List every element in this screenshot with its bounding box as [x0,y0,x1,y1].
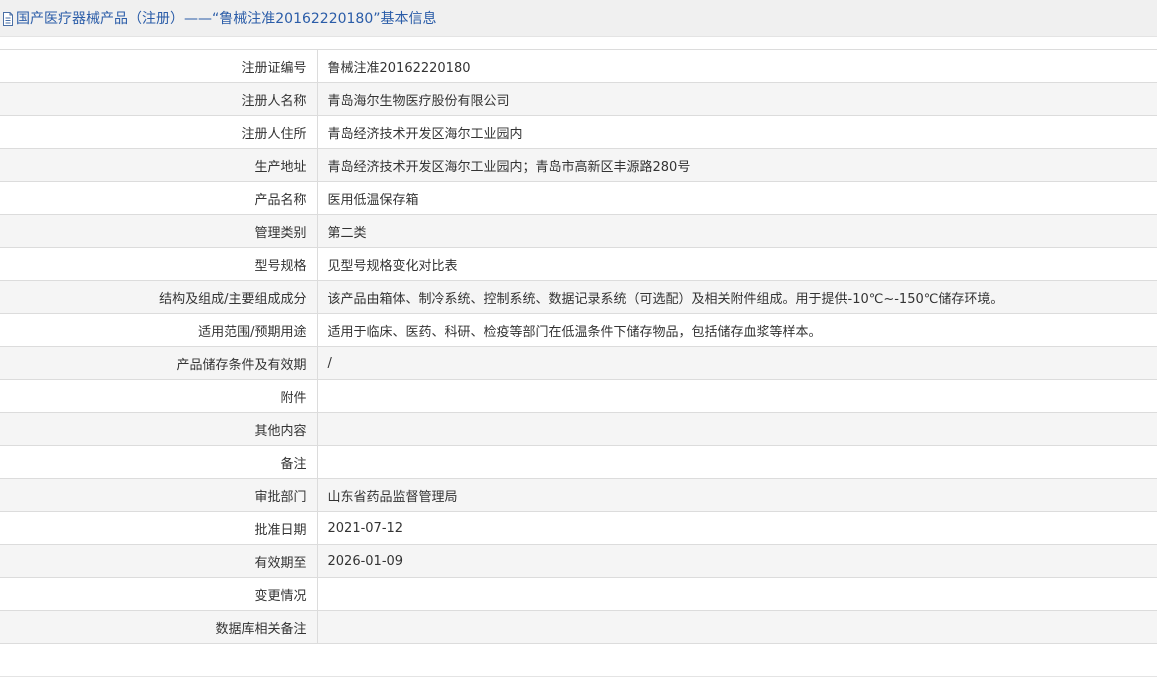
table-row: 数据库相关备注 [0,610,1157,644]
field-value [317,610,1157,644]
table-row: 其他内容 [0,412,1157,446]
field-value [317,577,1157,611]
field-value: 该产品由箱体、制冷系统、控制系统、数据记录系统（可选配）及相关附件组成。用于提供… [317,280,1157,314]
field-value: 青岛海尔生物医疗股份有限公司 [317,82,1157,116]
table-row: 管理类别 第二类 [0,214,1157,248]
field-value: 2026-01-09 [317,544,1157,578]
field-label: 有效期至 [0,544,318,578]
table-row: 适用范围/预期用途 适用于临床、医药、科研、检疫等部门在低温条件下储存物品，包括储… [0,313,1157,347]
field-label: 其他内容 [0,412,318,446]
page-header: 国产医疗器械产品（注册）——“鲁械注准20162220180”基本信息 [0,0,1157,37]
document-icon [2,11,14,26]
table-row: 产品储存条件及有效期 / [0,346,1157,380]
table-row: 注册人住所 青岛经济技术开发区海尔工业园内 [0,115,1157,149]
field-label: 产品名称 [0,181,318,215]
field-value: 2021-07-12 [317,511,1157,545]
field-label: 注册人名称 [0,82,318,116]
table-row: 审批部门 山东省药品监督管理局 [0,478,1157,512]
table-row: 产品名称 医用低温保存箱 [0,181,1157,215]
field-label: 生产地址 [0,148,318,182]
table-row: 型号规格 见型号规格变化对比表 [0,247,1157,281]
field-label: 变更情况 [0,577,318,611]
field-value: 山东省药品监督管理局 [317,478,1157,512]
field-value: 第二类 [317,214,1157,248]
field-label: 注册人住所 [0,115,318,149]
field-label: 结构及组成/主要组成成分 [0,280,318,314]
field-label: 适用范围/预期用途 [0,313,318,347]
table-row: 生产地址 青岛经济技术开发区海尔工业园内；青岛市高新区丰源路280号 [0,148,1157,182]
table-row: 注册证编号 鲁械注准20162220180 [0,49,1157,83]
field-value: 适用于临床、医药、科研、检疫等部门在低温条件下储存物品，包括储存血浆等样本。 [317,313,1157,347]
field-label: 审批部门 [0,478,318,512]
field-label: 批准日期 [0,511,318,545]
field-value [317,412,1157,446]
field-value: 青岛经济技术开发区海尔工业园内；青岛市高新区丰源路280号 [317,148,1157,182]
info-table: 注册证编号 鲁械注准20162220180 注册人名称 青岛海尔生物医疗股份有限公司注… [0,49,1157,644]
bottom-divider [0,676,1157,677]
field-value [317,445,1157,479]
field-label: 管理类别 [0,214,318,248]
field-value [317,379,1157,413]
table-row: 附件 [0,379,1157,413]
field-value: 见型号规格变化对比表 [317,247,1157,281]
page-title: 国产医疗器械产品（注册）——“鲁械注准20162220180”基本信息 [16,11,437,27]
field-label: 数据库相关备注 [0,610,318,644]
field-label: 注册证编号 [0,49,318,83]
field-value: / [317,346,1157,380]
field-label: 备注 [0,445,318,479]
field-value: 医用低温保存箱 [317,181,1157,215]
field-value: 青岛经济技术开发区海尔工业园内 [317,115,1157,149]
field-label: 型号规格 [0,247,318,281]
table-row: 有效期至 2026-01-09 [0,544,1157,578]
field-value: 鲁械注准20162220180 [317,49,1157,83]
table-row: 变更情况 [0,577,1157,611]
table-row: 批准日期 2021-07-12 [0,511,1157,545]
field-label: 产品储存条件及有效期 [0,346,318,380]
table-row: 结构及组成/主要组成成分 该产品由箱体、制冷系统、控制系统、数据记录系统（可选配）… [0,280,1157,314]
table-row: 注册人名称 青岛海尔生物医疗股份有限公司 [0,82,1157,116]
field-label: 附件 [0,379,318,413]
table-row: 备注 [0,445,1157,479]
